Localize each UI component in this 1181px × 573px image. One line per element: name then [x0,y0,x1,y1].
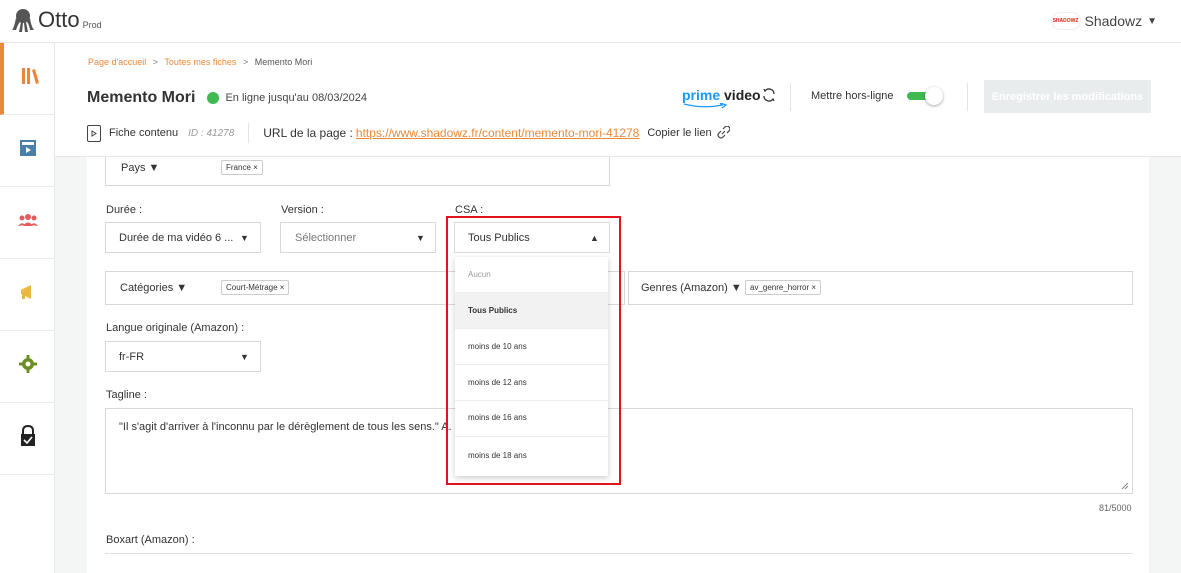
app-env: Prod [82,20,102,30]
page-header: Page d'accueil > Toutes mes fiches > Mem… [55,43,1181,157]
title-row: Memento Mori En ligne jusqu'au 08/03/202… [87,89,367,107]
sheet-label: Fiche contenu [109,127,179,139]
link-icon [716,126,730,139]
meta-row: Fiche contenu ID : 41278 URL de la page … [87,123,730,143]
video-file-icon [87,124,101,142]
csa-label: CSA : [455,204,484,216]
countries-label: Pays ▼ [121,162,160,174]
breadcrumb: Page d'accueil > Toutes mes fiches > Mem… [88,57,312,67]
breadcrumb-separator: > [242,57,249,67]
refresh-icon[interactable] [761,87,777,103]
chevron-down-icon: ▼ [240,233,249,243]
breadcrumb-separator: > [152,57,159,67]
boxart-label: Boxart (Amazon) : [106,534,195,546]
users-icon [17,213,38,232]
genres-label: Genres (Amazon) ▼ [641,282,742,294]
prime-smile-icon [683,103,728,109]
lock-icon [20,424,36,452]
sidebar-item-library[interactable] [0,43,55,115]
save-button[interactable]: Enregistrer les modifications [984,80,1151,113]
version-label: Version : [281,204,324,216]
url-label: URL de la page : [263,126,353,140]
user-avatar: SHADOWZ [1050,12,1081,30]
chevron-down-icon: ▼ [1147,15,1157,27]
chevron-down-icon: ▼ [416,233,425,243]
app-name: Otto [38,7,80,32]
sidebar-item-settings[interactable] [0,331,55,403]
version-placeholder: Sélectionner [295,232,357,244]
copy-link-button[interactable]: Copier le lien [647,126,730,140]
sidebar [0,43,55,573]
boxart-field-edge [105,553,1133,554]
duration-select[interactable]: Durée de ma vidéo 6 ... ▼ [105,222,261,253]
divider [790,83,791,111]
sheet-id: ID : 41278 [188,127,235,139]
category-chip[interactable]: Court-Métrage × [221,280,290,295]
sidebar-item-marketing[interactable] [0,259,55,331]
divider [967,83,968,111]
copy-link-label: Copier le lien [647,127,712,139]
online-toggle[interactable] [907,87,943,105]
catalog-icon [19,139,37,162]
gear-icon [18,355,37,378]
top-bar: Otto Prod SHADOWZ Shadowz ▼ [0,0,1181,43]
prime-video-logo: prime video [682,87,761,109]
user-menu[interactable]: SHADOWZ Shadowz ▼ [1050,12,1157,30]
country-chip[interactable]: France × [221,160,263,175]
offline-label: Mettre hors-ligne [811,90,894,102]
otto-logo[interactable]: Otto Prod [12,8,102,32]
tagline-label: Tagline : [106,389,147,401]
breadcrumb-current: Memento Mori [254,57,313,67]
breadcrumb-home-link[interactable]: Page d'accueil [88,57,146,67]
version-select[interactable]: Sélectionner ▼ [280,222,436,253]
tagline-value: "Il s'agit d'arriver à l'inconnu par le … [119,421,466,433]
library-icon [20,66,40,91]
tagline-counter: 81/5000 [1099,503,1132,513]
online-status-dot [207,92,220,104]
prime-logo-suffix: video [724,87,761,103]
duration-label: Durée : [106,204,143,216]
page-url-link[interactable]: https://www.shadowz.fr/content/memento-m… [356,126,639,140]
original-language-select[interactable]: fr-FR ▼ [105,341,261,372]
prime-logo-prefix: prime [682,87,721,103]
original-language-label: Langue originale (Amazon) : [106,322,245,334]
status-text: En ligne jusqu'au 08/03/2024 [225,92,368,104]
octopus-logo-icon [12,8,34,32]
megaphone-icon [19,284,37,305]
duration-value: Durée de ma vidéo 6 ... [119,232,234,244]
highlight-box [446,216,621,485]
categories-label: Catégories ▼ [120,282,188,294]
genre-chip[interactable]: av_genre_horror × [745,280,822,295]
page-title: Memento Mori [87,89,196,106]
sidebar-item-catalog[interactable] [0,115,55,187]
chevron-down-icon: ▼ [240,352,249,362]
resize-handle-icon[interactable] [1121,482,1129,490]
countries-multiselect[interactable]: Pays ▼ France × [105,157,610,186]
sidebar-item-security[interactable] [0,403,55,475]
original-language-value: fr-FR [119,351,145,363]
breadcrumb-list-link[interactable]: Toutes mes fiches [164,57,236,67]
sidebar-item-users[interactable] [0,187,55,259]
user-name: Shadowz [1084,13,1143,29]
genres-multiselect[interactable]: Genres (Amazon) ▼ av_genre_horror × [628,271,1133,305]
